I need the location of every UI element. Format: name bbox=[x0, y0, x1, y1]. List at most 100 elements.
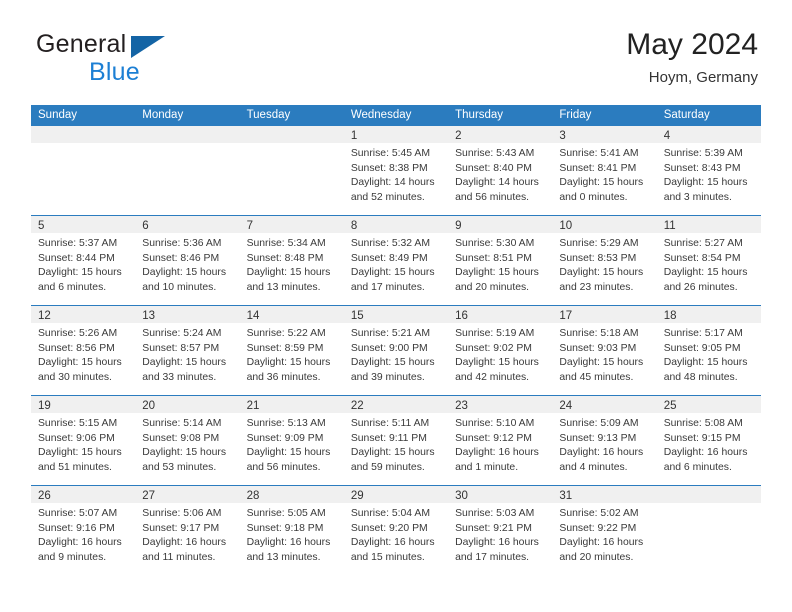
day-detail-line: and 23 minutes. bbox=[559, 281, 634, 293]
day-cell[interactable]: 6 Sunrise: 5:36 AM Sunset: 8:46 PM Daylight… bbox=[135, 216, 240, 305]
day-cell[interactable]: 23 Sunrise: 5:10 AM Sunset: 9:12 PM Dayligh… bbox=[448, 396, 553, 485]
day-cell[interactable]: 4 Sunrise: 5:39 AM Sunset: 8:43 PM Daylight… bbox=[656, 126, 761, 215]
day-detail-line: and 4 minutes. bbox=[559, 461, 628, 473]
day-detail-line: and 56 minutes. bbox=[246, 461, 321, 473]
day-detail-line: Sunrise: 5:02 AM bbox=[559, 508, 639, 519]
day-cell[interactable]: 22 Sunrise: 5:11 AM Sunset: 9:11 PM Dayligh… bbox=[343, 396, 449, 485]
day-cell[interactable]: 30 Sunrise: 5:03 AM Sunset: 9:21 PM Dayligh… bbox=[448, 486, 553, 575]
day-detail-line: Daylight: 16 hours bbox=[455, 447, 539, 459]
day-number: 13 bbox=[142, 310, 156, 322]
day-cell[interactable]: 12 Sunrise: 5:26 AM Sunset: 8:56 PM Dayligh… bbox=[31, 306, 136, 395]
day-number-band: 10 bbox=[552, 216, 657, 233]
day-detail-line: Sunset: 8:53 PM bbox=[559, 252, 637, 264]
day-detail-line: Daylight: 15 hours bbox=[455, 267, 539, 279]
day-detail-line: Sunrise: 5:07 AM bbox=[38, 508, 118, 519]
day-detail-line: Sunset: 9:15 PM bbox=[663, 432, 741, 444]
day-detail-line: Sunset: 8:51 PM bbox=[455, 252, 532, 264]
day-number: 9 bbox=[455, 220, 462, 232]
day-number-band: 19 bbox=[31, 396, 136, 413]
weekday-header-monday: Monday bbox=[142, 109, 184, 121]
day-cell[interactable]: 24 Sunrise: 5:09 AM Sunset: 9:13 PM Dayligh… bbox=[552, 396, 657, 485]
day-cell[interactable]: 13 Sunrise: 5:24 AM Sunset: 8:57 PM Dayligh… bbox=[135, 306, 240, 395]
day-cell[interactable]: 27 Sunrise: 5:06 AM Sunset: 9:17 PM Dayligh… bbox=[135, 486, 240, 575]
day-cell[interactable]: 15 Sunrise: 5:21 AM Sunset: 9:00 PM Dayligh… bbox=[343, 306, 449, 395]
calendar-week-row: 12 Sunrise: 5:26 AM Sunset: 8:56 PM Dayligh… bbox=[31, 305, 761, 395]
day-detail-line: and 17 minutes. bbox=[350, 281, 425, 293]
day-detail-line: and 15 minutes. bbox=[350, 551, 425, 563]
day-number: 25 bbox=[663, 400, 677, 412]
day-detail-line: Daylight: 15 hours bbox=[559, 177, 644, 189]
day-detail-line: Sunrise: 5:11 AM bbox=[350, 418, 430, 429]
day-detail-line: Sunrise: 5:36 AM bbox=[142, 238, 222, 249]
day-cell[interactable]: 18 Sunrise: 5:17 AM Sunset: 9:05 PM Dayligh… bbox=[656, 306, 761, 395]
day-cell[interactable]: 25 Sunrise: 5:08 AM Sunset: 9:15 PM Dayligh… bbox=[656, 396, 761, 485]
day-number: 4 bbox=[663, 130, 671, 142]
day-cell-details: Sunrise: 5:30 AM Sunset: 8:51 PM Daylight:… bbox=[448, 233, 552, 295]
day-detail-line: Sunset: 8:44 PM bbox=[38, 252, 115, 264]
day-cell[interactable]: 19 Sunrise: 5:15 AM Sunset: 9:06 PM Dayligh… bbox=[31, 396, 136, 485]
day-cell-empty bbox=[239, 126, 344, 215]
day-cell[interactable]: 16 Sunrise: 5:19 AM Sunset: 9:02 PM Dayligh… bbox=[448, 306, 553, 395]
day-detail-line: Sunset: 9:18 PM bbox=[246, 522, 324, 534]
calendar-weeks: 1 Sunrise: 5:45 AM Sunset: 8:38 PM Daylight… bbox=[31, 126, 761, 575]
day-cell[interactable]: 11 Sunrise: 5:27 AM Sunset: 8:54 PM Dayligh… bbox=[656, 216, 761, 305]
page-subtitle: Hoym, Germany bbox=[648, 69, 758, 86]
day-number-band: 4 bbox=[656, 126, 761, 143]
day-detail-line: and 20 minutes. bbox=[559, 551, 634, 563]
day-detail-line: and 56 minutes. bbox=[455, 191, 530, 203]
day-cell[interactable]: 29 Sunrise: 5:04 AM Sunset: 9:20 PM Dayligh… bbox=[343, 486, 449, 575]
day-cell-details: Sunrise: 5:36 AM Sunset: 8:46 PM Daylight:… bbox=[135, 233, 239, 295]
day-detail-line: Sunrise: 5:03 AM bbox=[455, 508, 535, 519]
day-cell[interactable]: 5 Sunrise: 5:37 AM Sunset: 8:44 PM Daylight… bbox=[31, 216, 136, 305]
day-number-band: 25 bbox=[656, 396, 761, 413]
day-cell[interactable]: 3 Sunrise: 5:41 AM Sunset: 8:41 PM Daylight… bbox=[552, 126, 657, 215]
day-cell-details: Sunrise: 5:29 AM Sunset: 8:53 PM Daylight:… bbox=[552, 233, 656, 295]
day-cell-details bbox=[240, 143, 344, 147]
day-cell-details: Sunrise: 5:10 AM Sunset: 9:12 PM Daylight:… bbox=[448, 413, 552, 475]
day-cell[interactable]: 7 Sunrise: 5:34 AM Sunset: 8:48 PM Daylight… bbox=[239, 216, 344, 305]
day-cell[interactable]: 17 Sunrise: 5:18 AM Sunset: 9:03 PM Dayligh… bbox=[552, 306, 657, 395]
day-number-band: 2 bbox=[448, 126, 553, 143]
day-cell[interactable]: 8 Sunrise: 5:32 AM Sunset: 8:49 PM Daylight… bbox=[343, 216, 449, 305]
day-cell-empty bbox=[135, 126, 240, 215]
day-detail-line: Daylight: 15 hours bbox=[455, 357, 539, 369]
day-number-band bbox=[31, 126, 136, 143]
day-detail-line: Sunset: 9:17 PM bbox=[142, 522, 220, 534]
day-cell[interactable]: 10 Sunrise: 5:29 AM Sunset: 8:53 PM Dayligh… bbox=[552, 216, 657, 305]
logo-text-general: General bbox=[36, 30, 127, 58]
day-detail-line: and 59 minutes. bbox=[350, 461, 425, 473]
day-number: 14 bbox=[246, 310, 260, 322]
day-detail-line: Daylight: 15 hours bbox=[246, 267, 331, 279]
day-cell[interactable]: 9 Sunrise: 5:30 AM Sunset: 8:51 PM Daylight… bbox=[448, 216, 553, 305]
day-cell-details bbox=[657, 503, 761, 507]
day-cell[interactable]: 2 Sunrise: 5:43 AM Sunset: 8:40 PM Daylight… bbox=[448, 126, 553, 215]
day-cell-details: Sunrise: 5:24 AM Sunset: 8:57 PM Daylight:… bbox=[135, 323, 239, 385]
day-cell-details: Sunrise: 5:02 AM Sunset: 9:22 PM Daylight:… bbox=[552, 503, 656, 565]
day-number: 28 bbox=[246, 490, 260, 502]
day-detail-line: Sunset: 8:48 PM bbox=[246, 252, 324, 264]
day-cell[interactable]: 20 Sunrise: 5:14 AM Sunset: 9:08 PM Dayligh… bbox=[135, 396, 240, 485]
day-number-band: 20 bbox=[135, 396, 240, 413]
day-cell-details: Sunrise: 5:41 AM Sunset: 8:41 PM Daylight:… bbox=[552, 143, 656, 205]
day-number: 3 bbox=[559, 130, 566, 142]
day-cell[interactable]: 28 Sunrise: 5:05 AM Sunset: 9:18 PM Dayligh… bbox=[239, 486, 344, 575]
day-cell[interactable]: 26 Sunrise: 5:07 AM Sunset: 9:16 PM Dayligh… bbox=[31, 486, 136, 575]
day-cell[interactable]: 1 Sunrise: 5:45 AM Sunset: 8:38 PM Daylight… bbox=[343, 126, 449, 215]
weekday-header-wednesday: Wednesday bbox=[350, 109, 412, 121]
day-detail-line: and 6 minutes. bbox=[663, 461, 732, 473]
day-detail-line: Sunset: 9:00 PM bbox=[350, 342, 428, 354]
day-detail-line: Sunrise: 5:32 AM bbox=[350, 238, 430, 249]
calendar-grid: Sunday Monday Tuesday Wednesday Thursday Frid… bbox=[31, 105, 761, 575]
page-header: General Blue May 2024 Hoym, Germany bbox=[34, 28, 758, 98]
day-cell-details: Sunrise: 5:05 AM Sunset: 9:18 PM Daylight:… bbox=[240, 503, 344, 565]
day-number-band bbox=[239, 126, 344, 143]
day-cell-details: Sunrise: 5:19 AM Sunset: 9:02 PM Daylight:… bbox=[448, 323, 552, 385]
day-number: 12 bbox=[38, 310, 51, 322]
day-cell[interactable]: 14 Sunrise: 5:22 AM Sunset: 8:59 PM Dayligh… bbox=[239, 306, 344, 395]
day-cell[interactable]: 31 Sunrise: 5:02 AM Sunset: 9:22 PM Dayligh… bbox=[552, 486, 657, 575]
day-cell[interactable]: 21 Sunrise: 5:13 AM Sunset: 9:09 PM Dayligh… bbox=[239, 396, 344, 485]
day-number-band: 5 bbox=[31, 216, 136, 233]
day-detail-line: Sunset: 9:11 PM bbox=[350, 432, 427, 444]
day-cell-details: Sunrise: 5:07 AM Sunset: 9:16 PM Daylight:… bbox=[31, 503, 135, 565]
general-blue-logo[interactable]: General Blue bbox=[34, 28, 294, 90]
